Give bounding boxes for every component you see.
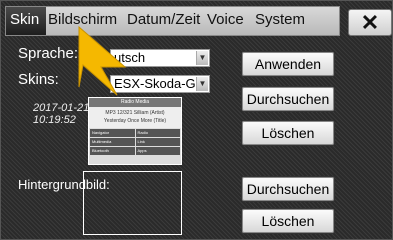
preview-cell: Navigator: [90, 129, 135, 137]
tab-datum-zeit[interactable]: Datum/Zeit: [127, 10, 200, 30]
preview-track-line2: Yesterday Once More (Title): [103, 118, 167, 124]
preview-grid: Navigator Radio Multimedia Link Bluetoot…: [89, 128, 181, 156]
preview-cell: Apps: [135, 147, 180, 155]
skin-time: 10:19:52: [33, 114, 76, 126]
apply-button[interactable]: Anwenden: [241, 51, 335, 77]
language-label: Sprache:: [18, 45, 79, 62]
background-preview: [83, 171, 182, 235]
browse-background-button[interactable]: Durchsuchen: [241, 176, 335, 202]
pointer-cursor-icon: [78, 25, 127, 96]
browse-skin-button[interactable]: Durchsuchen: [241, 86, 335, 112]
preview-cell: Multimedia: [90, 138, 135, 146]
close-icon: ✕: [360, 9, 380, 35]
tab-bar: Skin Bildschirm Datum/Zeit Voice System …: [5, 6, 392, 36]
preview-track: MP3 12/321 Silliam (Artist) Yesterday On…: [89, 107, 181, 128]
skins-label: Skins:: [18, 71, 59, 88]
tab-system[interactable]: System: [255, 10, 305, 30]
delete-background-button[interactable]: Löschen: [241, 208, 335, 234]
delete-skin-button[interactable]: Löschen: [241, 120, 335, 146]
preview-header: Radio Media: [89, 98, 181, 107]
skin-preview: Radio Media MP3 12/321 Silliam (Artist) …: [88, 97, 182, 165]
preview-cell: Link: [135, 138, 180, 146]
chevron-down-icon: ▼: [196, 77, 208, 91]
skin-date: 2017-01-21: [33, 102, 90, 114]
preview-track-line1: MP3 12/321 Silliam (Artist): [105, 110, 165, 116]
chevron-down-icon: ▼: [196, 51, 208, 65]
close-button[interactable]: ✕: [348, 9, 392, 36]
tab-skin[interactable]: Skin: [10, 10, 39, 30]
preview-cell: Radio: [135, 129, 180, 137]
settings-window: Skin Bildschirm Datum/Zeit Voice System …: [0, 0, 393, 240]
preview-cell: Bluetooth: [90, 147, 135, 155]
skins-value: ESX-Skoda-Gre: [114, 76, 208, 91]
tab-voice[interactable]: Voice: [207, 10, 244, 30]
